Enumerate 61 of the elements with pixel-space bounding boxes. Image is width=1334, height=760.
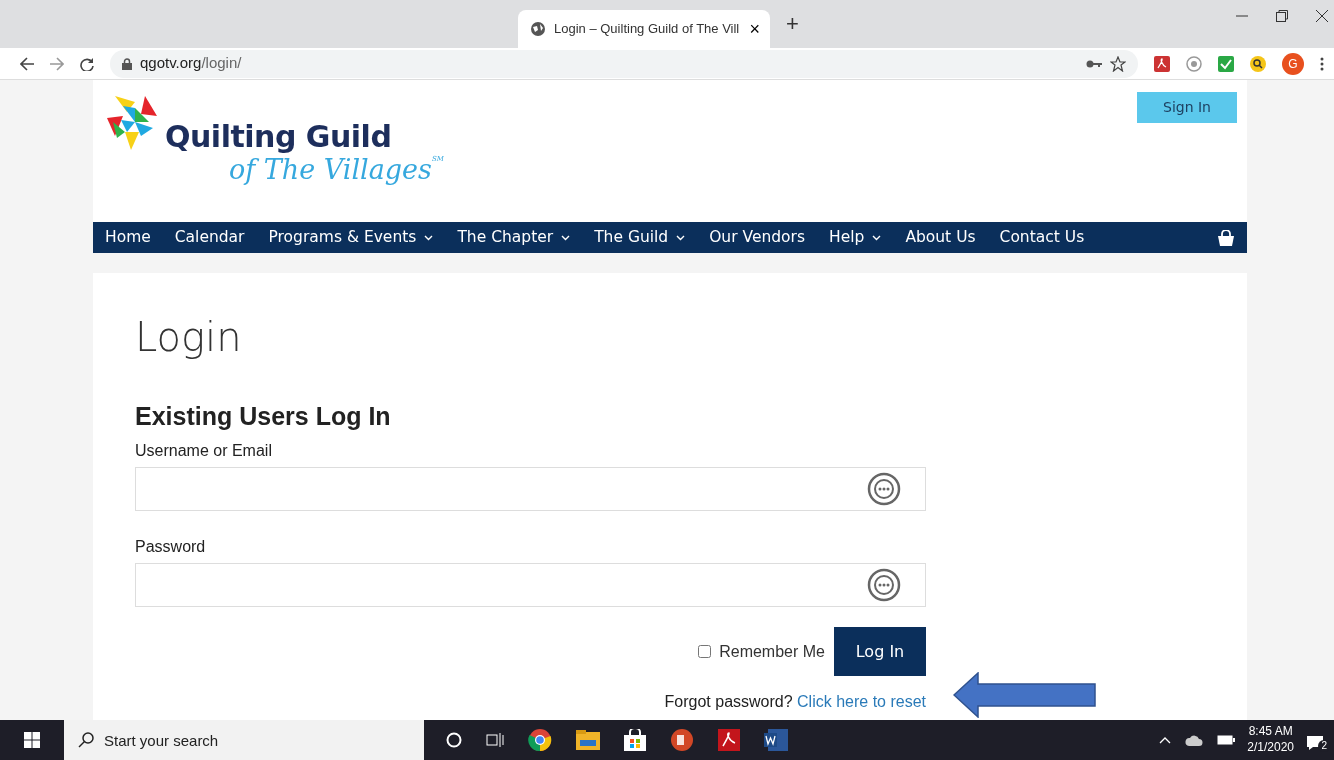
address-bar[interactable]: qgotv.org/login/ <box>110 49 1138 78</box>
document-app-icon[interactable] <box>764 729 788 751</box>
password-manager-icon[interactable] <box>867 472 901 506</box>
nav-link[interactable]: Home <box>105 225 151 250</box>
checkmark-extension-icon[interactable] <box>1218 55 1234 72</box>
shopping-bag-icon[interactable] <box>1217 229 1235 246</box>
reload-icon[interactable] <box>80 56 94 71</box>
shopping-bag-icon[interactable] <box>624 729 646 751</box>
nav-link[interactable]: Our Vendors <box>709 225 806 250</box>
form-title: Existing Users Log In <box>135 401 392 431</box>
magnifier-extension-icon[interactable] <box>1250 55 1266 72</box>
new-tab-button[interactable]: + <box>780 12 805 36</box>
task-view-icon[interactable] <box>486 732 504 748</box>
nav-link[interactable]: Help <box>829 225 882 250</box>
tab-title: Login – Quilting Guild of The Vill <box>554 20 741 39</box>
key-icon[interactable] <box>1086 58 1102 69</box>
logo-title: Quilting Guild <box>165 122 393 152</box>
nav-link[interactable]: The Chapter <box>457 225 571 250</box>
battery-icon[interactable] <box>1217 735 1236 745</box>
remember-checkbox[interactable] <box>698 645 712 658</box>
login-button[interactable]: Log In <box>834 627 926 676</box>
menu-icon[interactable] <box>1320 56 1324 71</box>
page-heading: Login <box>135 313 243 361</box>
field-label: Password <box>135 537 207 557</box>
close-tab-button[interactable]: × <box>749 20 760 38</box>
chevron-up-icon[interactable] <box>1159 736 1172 744</box>
nav-link[interactable]: Calendar <box>174 225 245 250</box>
input-field[interactable] <box>135 563 926 607</box>
input-field[interactable] <box>135 467 926 511</box>
restore-icon[interactable] <box>1276 10 1288 22</box>
nav-link[interactable]: Contact Us <box>999 225 1085 250</box>
pdf-app-icon[interactable] <box>718 729 740 751</box>
reset-link[interactable]: Click here to reset <box>797 693 926 710</box>
close-icon[interactable] <box>1316 10 1328 22</box>
browser-tab[interactable]: Login – Quilting Guild of The Vill × <box>518 10 770 48</box>
globe-icon <box>530 21 546 37</box>
windows-start-icon[interactable] <box>24 732 40 748</box>
profile-avatar[interactable]: G <box>1282 52 1304 75</box>
back-icon[interactable] <box>20 56 34 71</box>
taskbar-search-field[interactable]: Start your search <box>64 720 424 760</box>
notification-count: 2 <box>1318 740 1330 752</box>
remember-label: Remember Me <box>719 641 825 662</box>
clock-date[interactable]: 2/1/2020 <box>1247 740 1294 756</box>
pdf-extension-icon[interactable] <box>1154 55 1170 72</box>
nav-link[interactable]: About Us <box>905 225 976 250</box>
clock-time[interactable]: 8:45 AM <box>1247 724 1294 740</box>
lock-icon <box>122 57 132 70</box>
cloud-icon[interactable] <box>1185 734 1204 746</box>
chrome-icon[interactable] <box>528 728 552 752</box>
nav-link[interactable]: The Guild <box>594 225 686 250</box>
password-manager-icon[interactable] <box>867 568 901 602</box>
folder-icon[interactable] <box>576 730 600 750</box>
extension-icon[interactable] <box>1186 55 1202 72</box>
sign-in-button[interactable]: Sign In <box>1137 92 1237 123</box>
star-icon[interactable] <box>1110 55 1126 72</box>
presentation-app-icon[interactable] <box>670 728 694 752</box>
cortana-icon[interactable] <box>446 732 462 748</box>
nav-link[interactable]: Programs & Events <box>268 225 434 250</box>
forward-icon[interactable] <box>50 56 64 71</box>
forgot-password-text: Forgot password? Click here to reset <box>664 693 926 710</box>
field-label: Username or Email <box>135 441 273 461</box>
